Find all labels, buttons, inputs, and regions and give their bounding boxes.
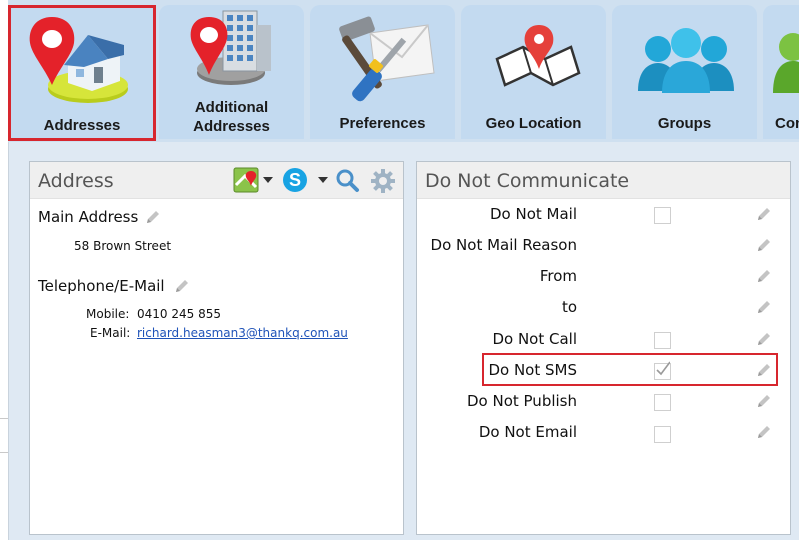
row-label: Do Not Publish xyxy=(466,392,577,410)
skype-icon[interactable]: S xyxy=(281,166,309,194)
tab-label-line1: Additional xyxy=(194,99,269,116)
panel-title: Address xyxy=(38,170,114,192)
edit-pencil-icon[interactable] xyxy=(755,236,773,254)
map-pin-building-icon xyxy=(190,10,271,85)
people-group-icon xyxy=(638,28,734,93)
tab-label-line2: Addresses xyxy=(193,118,270,135)
row-label: to xyxy=(561,298,577,316)
mobile-value: 0410 245 855 xyxy=(137,307,221,321)
tab-label: Groups xyxy=(657,115,712,132)
panel-title: Do Not Communicate xyxy=(425,170,630,192)
email-label: E-Mail: xyxy=(90,326,131,340)
edit-pencil-icon[interactable] xyxy=(144,208,162,226)
chevron-down-icon[interactable] xyxy=(263,177,273,185)
address-panel: Address S Main Address 58 Brown Street T… xyxy=(29,161,404,535)
chevron-down-icon[interactable] xyxy=(318,177,328,185)
edit-pencil-icon[interactable] xyxy=(755,330,773,348)
do-not-email-checkbox[interactable] xyxy=(654,426,671,443)
tab-geo-location[interactable]: Geo Location xyxy=(461,5,606,139)
tab-bar: Addresses Additional Addresses Preferenc… xyxy=(8,0,799,142)
map-pin-map-icon xyxy=(495,25,581,87)
highlight-box xyxy=(482,353,778,386)
communication-icon xyxy=(773,33,799,93)
edit-pencil-icon[interactable] xyxy=(755,205,773,223)
telephone-email-label: Telephone/E-Mail xyxy=(38,277,165,295)
main-address-label: Main Address xyxy=(38,208,139,226)
divider xyxy=(0,452,8,453)
edit-pencil-icon[interactable] xyxy=(755,267,773,285)
tab-label: Preferences xyxy=(339,115,426,132)
google-maps-icon[interactable] xyxy=(233,167,259,193)
row-label: Do Not Email xyxy=(478,423,577,441)
tab-communication[interactable]: Con xyxy=(763,5,799,139)
do-not-mail-checkbox[interactable] xyxy=(654,207,671,224)
divider xyxy=(0,418,8,419)
tab-additional-addresses[interactable]: Additional Addresses xyxy=(159,5,304,139)
gear-icon[interactable] xyxy=(370,168,396,194)
row-label: Do Not Mail Reason xyxy=(430,236,577,254)
do-not-communicate-panel: Do Not Communicate Do Not Mail Do Not Ma… xyxy=(416,161,791,535)
tools-envelope-icon xyxy=(339,16,435,102)
row-label: From xyxy=(539,267,577,285)
tab-addresses[interactable]: Addresses xyxy=(8,5,156,141)
tab-label: Con xyxy=(775,115,799,132)
search-icon[interactable] xyxy=(334,167,360,193)
row-label: Do Not Mail xyxy=(489,205,577,223)
map-pin-house-icon xyxy=(29,17,128,103)
row-label: Do Not Call xyxy=(492,330,577,348)
svg-text:S: S xyxy=(289,170,301,190)
do-not-publish-checkbox[interactable] xyxy=(654,394,671,411)
edit-pencil-icon[interactable] xyxy=(755,298,773,316)
edit-pencil-icon[interactable] xyxy=(755,392,773,410)
do-not-call-checkbox[interactable] xyxy=(654,332,671,349)
tab-label-multiline: Additional Addresses xyxy=(159,98,304,136)
mobile-label: Mobile: xyxy=(86,307,130,321)
tab-label: Geo Location xyxy=(485,115,582,132)
edit-pencil-icon[interactable] xyxy=(173,277,191,295)
tab-preferences[interactable]: Preferences xyxy=(310,5,455,139)
edit-pencil-icon[interactable] xyxy=(755,423,773,441)
tab-groups[interactable]: Groups xyxy=(612,5,757,139)
main-address-value: 58 Brown Street xyxy=(74,239,172,253)
email-link[interactable]: richard.heasman3@thankq.com.au xyxy=(137,326,348,340)
address-panel-header: Address S xyxy=(30,162,403,199)
dnc-panel-header: Do Not Communicate xyxy=(417,162,790,199)
tab-label: Addresses xyxy=(43,117,121,134)
